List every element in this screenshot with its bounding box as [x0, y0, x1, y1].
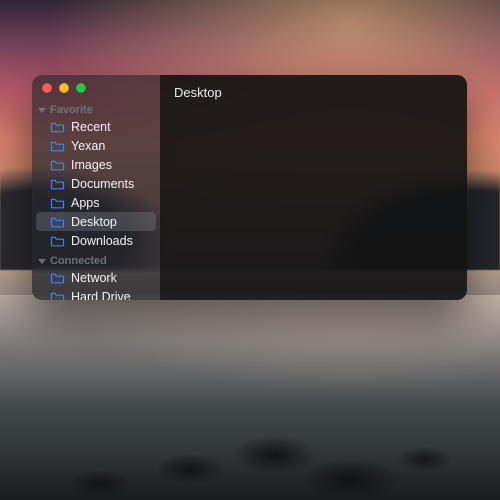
- close-button[interactable]: [42, 83, 52, 93]
- folder-icon: [50, 216, 65, 228]
- wallpaper-reflection: [0, 295, 500, 405]
- sidebar-item[interactable]: Images: [36, 155, 156, 174]
- disclosure-triangle-icon: [38, 259, 46, 264]
- sidebar-item-label: Images: [71, 158, 112, 172]
- sidebar-item[interactable]: Documents: [36, 174, 156, 193]
- sidebar: Favorite Recent Yexan Images Documents Apps De…: [32, 75, 160, 300]
- sidebar-item-label: Recent: [71, 120, 111, 134]
- sidebar-item-label: Documents: [71, 177, 134, 191]
- folder-icon: [50, 159, 65, 171]
- sidebar-item[interactable]: Apps: [36, 193, 156, 212]
- desktop-wallpaper: Favorite Recent Yexan Images Documents Apps De…: [0, 0, 500, 500]
- folder-icon: [50, 291, 65, 301]
- sidebar-section-label: Favorite: [50, 104, 93, 116]
- folder-icon: [50, 235, 65, 247]
- folder-icon: [50, 140, 65, 152]
- sidebar-item[interactable]: Hard Drive: [36, 287, 156, 300]
- sidebar-section-label: Connected: [50, 255, 107, 267]
- folder-icon: [50, 197, 65, 209]
- sidebar-item[interactable]: Recent: [36, 117, 156, 136]
- folder-icon: [50, 178, 65, 190]
- sidebar-item[interactable]: Downloads: [36, 231, 156, 250]
- sidebar-item[interactable]: Network: [36, 268, 156, 287]
- sidebar-section-header[interactable]: Favorite: [32, 99, 160, 117]
- file-browser-window: Favorite Recent Yexan Images Documents Apps De…: [32, 75, 467, 300]
- sidebar-section-header[interactable]: Connected: [32, 250, 160, 268]
- minimize-button[interactable]: [59, 83, 69, 93]
- sidebar-item-label: Desktop: [71, 215, 117, 229]
- zoom-button[interactable]: [76, 83, 86, 93]
- sidebar-item-label: Network: [71, 271, 117, 285]
- sidebar-item-label: Hard Drive: [71, 290, 131, 301]
- sidebar-item[interactable]: Desktop: [36, 212, 156, 231]
- content-pane: Desktop: [160, 75, 467, 300]
- sidebar-item-label: Yexan: [71, 139, 105, 153]
- folder-icon: [50, 272, 65, 284]
- sidebar-item-label: Apps: [71, 196, 100, 210]
- sidebar-item-label: Downloads: [71, 234, 133, 248]
- window-controls: [32, 83, 160, 99]
- content-title: Desktop: [174, 85, 453, 100]
- folder-icon: [50, 121, 65, 133]
- sidebar-item[interactable]: Yexan: [36, 136, 156, 155]
- disclosure-triangle-icon: [38, 108, 46, 113]
